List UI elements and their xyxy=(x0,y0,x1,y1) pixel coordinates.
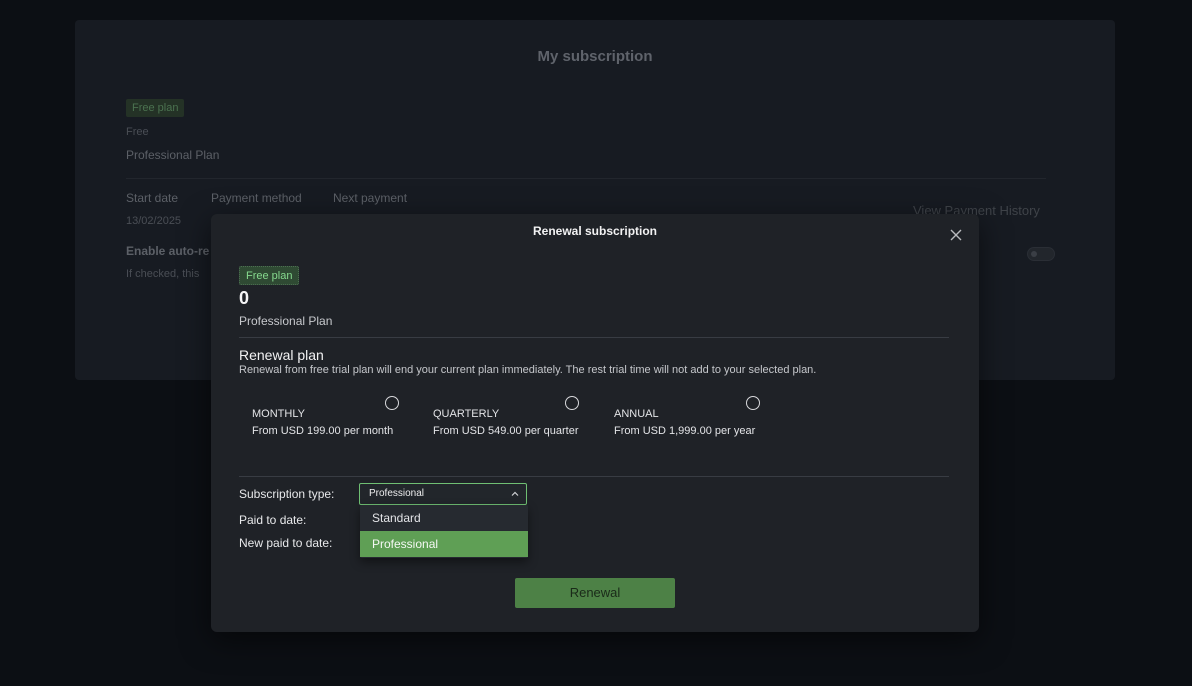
subscription-type-dropdown: Standard Professional xyxy=(360,505,528,558)
close-icon xyxy=(950,229,962,241)
close-button[interactable] xyxy=(949,228,963,242)
auto-renew-note: If checked, this xyxy=(126,268,200,280)
subscription-type-value: Professional xyxy=(369,488,425,499)
option-annual[interactable]: ANNUAL From USD 1,999.00 per year xyxy=(614,406,764,440)
auto-renew-toggle[interactable] xyxy=(1027,247,1055,261)
page-title: My subscription xyxy=(537,48,653,65)
option-monthly[interactable]: MONTHLY From USD 199.00 per month xyxy=(252,406,402,440)
current-plan-name: Professional Plan xyxy=(239,314,333,328)
subscription-type-select[interactable]: Professional xyxy=(359,483,527,505)
chevron-up-icon xyxy=(511,491,519,496)
option-annual-price: From USD 1,999.00 per year xyxy=(614,425,756,437)
dropdown-option-standard[interactable]: Standard xyxy=(360,505,528,531)
renewal-plan-heading: Renewal plan xyxy=(239,347,324,363)
auto-renew-label: Enable auto-re xyxy=(126,244,210,258)
price-label: Free xyxy=(126,126,149,138)
plan-name: Professional Plan xyxy=(126,148,220,162)
option-quarterly-price: From USD 549.00 per quarter xyxy=(433,425,579,437)
plan-amount: 0 xyxy=(239,288,250,308)
option-quarterly-name: QUARTERLY xyxy=(433,408,500,420)
renewal-button[interactable]: Renewal xyxy=(515,578,675,608)
column-next-payment: Next payment xyxy=(333,191,408,205)
modal-title: Renewal subscription xyxy=(532,224,658,238)
renewal-plan-note: Renewal from free trial plan will end yo… xyxy=(239,364,817,376)
divider xyxy=(126,178,1046,179)
option-monthly-price: From USD 199.00 per month xyxy=(252,425,394,437)
new-paid-to-date-label: New paid to date: xyxy=(239,536,333,550)
start-date-value: 13/02/2025 xyxy=(126,215,182,227)
option-quarterly[interactable]: QUARTERLY From USD 549.00 per quarter xyxy=(433,406,583,440)
paid-to-date-label: Paid to date: xyxy=(239,513,307,527)
radio-annual[interactable] xyxy=(746,396,760,410)
renewal-modal: Renewal subscription Free plan 0 Profess… xyxy=(211,214,979,632)
subscription-type-label: Subscription type: xyxy=(239,487,335,501)
radio-monthly[interactable] xyxy=(385,396,399,410)
plan-badge: Free plan xyxy=(239,266,300,285)
divider xyxy=(239,337,949,338)
radio-quarterly[interactable] xyxy=(565,396,579,410)
option-annual-name: ANNUAL xyxy=(614,408,659,420)
divider xyxy=(239,476,949,477)
option-monthly-name: MONTHLY xyxy=(252,408,305,420)
plan-badge: Free plan xyxy=(126,99,185,117)
column-start-date: Start date xyxy=(126,191,179,205)
dropdown-option-professional[interactable]: Professional xyxy=(360,531,528,557)
column-payment-method: Payment method xyxy=(211,191,302,205)
